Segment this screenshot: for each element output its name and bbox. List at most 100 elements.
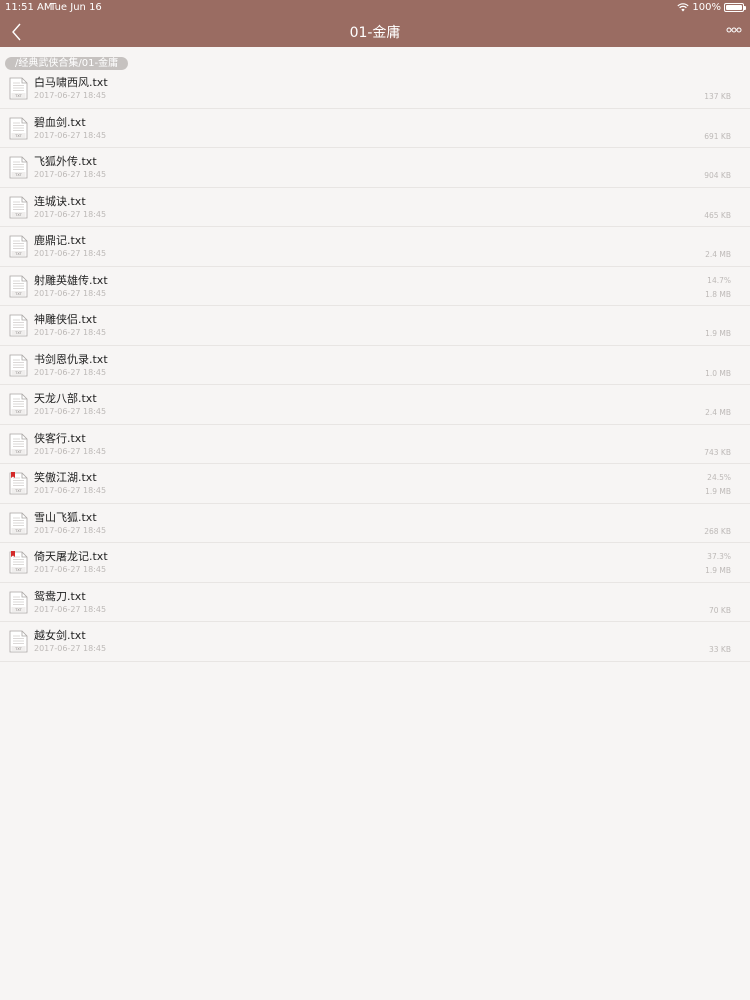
file-name: 侠客行.txt [34, 431, 86, 445]
svg-text:TXT: TXT [14, 608, 22, 612]
svg-text:TXT: TXT [14, 173, 22, 177]
file-name: 倚天屠龙记.txt [34, 550, 108, 563]
txt-file-icon: TXT [9, 630, 28, 653]
txt-file-icon: TXT [9, 156, 28, 179]
file-name: 连城诀.txt [34, 194, 86, 208]
battery-icon [724, 3, 746, 12]
file-row[interactable]: TXT 鹿鼎记.txt 2017-06-27 18:45 2.4 MB [0, 227, 750, 267]
file-date: 2017-06-27 18:45 [34, 130, 107, 140]
file-name: 笑傲江湖.txt [34, 471, 97, 484]
file-date: 2017-06-27 18:45 [34, 525, 107, 535]
txt-file-icon: TXT [9, 117, 28, 140]
file-name: 碧血剑.txt [34, 115, 86, 129]
file-size: 904 KB [704, 171, 731, 180]
svg-text:TXT: TXT [14, 134, 22, 138]
file-name: 白马啸西风.txt [34, 76, 108, 89]
file-size: 268 KB [704, 526, 731, 536]
file-row[interactable]: TXT 射雕英雄传.txt 2017-06-27 18:45 14.7% 1.8… [0, 267, 750, 306]
file-name: 神雕侠侣.txt [34, 313, 97, 326]
svg-text:TXT: TXT [14, 450, 22, 454]
file-row[interactable]: TXT 书剑恩仇录.txt 2017-06-27 18:45 1.0 MB [0, 346, 750, 385]
file-size: 1.9 MB [705, 566, 731, 575]
file-row[interactable]: TXT 鸳鸯刀.txt 2017-06-27 18:45 70 KB [0, 583, 750, 622]
svg-text:TXT: TXT [14, 331, 22, 335]
file-size: 465 KB [704, 210, 731, 220]
file-row[interactable]: TXT 雪山飞狐.txt 2017-06-27 18:45 268 KB [0, 504, 750, 543]
svg-text:TXT: TXT [14, 213, 22, 217]
file-date: 2017-06-27 18:45 [34, 644, 107, 653]
file-row[interactable]: TXT 白马啸西风.txt 2017-06-27 18:45 137 KB [0, 69, 750, 109]
file-size: 1.8 MB [705, 289, 731, 299]
read-progress: 24.5% [707, 473, 731, 482]
file-row[interactable]: TXT 天龙八部.txt 2017-06-27 18:45 2.4 MB [0, 385, 750, 425]
svg-text:TXT: TXT [14, 410, 22, 414]
svg-text:TXT: TXT [14, 292, 22, 296]
txt-file-icon: TXT [9, 591, 28, 614]
file-date: 2017-06-27 18:45 [34, 328, 107, 337]
file-row[interactable]: TXT 倚天屠龙记.txt 2017-06-27 18:45 37.3% 1.9… [0, 543, 750, 583]
txt-file-icon: TXT [9, 77, 28, 100]
file-size: 1.9 MB [705, 329, 731, 338]
txt-file-icon: TXT [9, 235, 28, 258]
file-row[interactable]: TXT 笑傲江湖.txt 2017-06-27 18:45 24.5% 1.9 … [0, 464, 750, 504]
file-size: 137 KB [704, 92, 731, 101]
file-row[interactable]: TXT 碧血剑.txt 2017-06-27 18:45 691 KB [0, 109, 750, 148]
txt-file-icon: TXT [9, 512, 28, 535]
breadcrumb: /经典武侠合集/01-金庸 [5, 51, 129, 70]
read-progress: 14.7% [707, 275, 731, 285]
bookmarked-txt-file-icon: TXT [9, 551, 28, 574]
file-name: 飞狐外传.txt [34, 155, 97, 168]
txt-file-icon: TXT [9, 393, 28, 416]
bookmarked-txt-file-icon: TXT [9, 472, 28, 495]
file-row[interactable]: TXT 神雕侠侣.txt 2017-06-27 18:45 1.9 MB [0, 306, 750, 346]
file-date: 2017-06-27 18:45 [34, 407, 107, 416]
svg-text:TXT: TXT [14, 371, 22, 375]
file-size: 743 KB [704, 447, 731, 457]
file-row[interactable]: TXT 侠客行.txt 2017-06-27 18:45 743 KB [0, 425, 750, 464]
battery-percent: 100% [692, 2, 721, 13]
file-date: 2017-06-27 18:45 [34, 446, 107, 456]
file-date: 2017-06-27 18:45 [34, 170, 107, 179]
file-row[interactable]: TXT 越女剑.txt 2017-06-27 18:45 33 KB [0, 622, 750, 662]
file-date: 2017-06-27 18:45 [34, 565, 107, 574]
file-date: 2017-06-27 18:45 [34, 367, 107, 377]
status-bar: 11:51 AM Tue Jun 16 100% [0, 0, 750, 16]
file-date: 2017-06-27 18:45 [34, 249, 107, 258]
wifi-icon [677, 3, 690, 12]
txt-file-icon: TXT [9, 275, 28, 298]
file-name: 天龙八部.txt [34, 392, 97, 405]
file-row[interactable]: TXT 连城诀.txt 2017-06-27 18:45 465 KB [0, 188, 750, 227]
file-size: 2.4 MB [705, 250, 731, 259]
svg-text:TXT: TXT [14, 529, 22, 533]
file-date: 2017-06-27 18:45 [34, 91, 107, 100]
more-options-icon[interactable] [726, 26, 742, 34]
file-row[interactable]: TXT 飞狐外传.txt 2017-06-27 18:45 904 KB [0, 148, 750, 188]
file-size: 70 KB [709, 605, 731, 615]
status-right: 100% [677, 2, 746, 13]
file-name: 雪山飞狐.txt [34, 510, 97, 524]
file-size: 1.0 MB [705, 368, 731, 378]
svg-text:TXT: TXT [14, 94, 22, 98]
svg-text:TXT: TXT [14, 489, 22, 493]
file-list: TXT 白马啸西风.txt 2017-06-27 18:45 137 KB TX… [0, 69, 750, 662]
file-size: 691 KB [704, 131, 731, 141]
file-name: 鸳鸯刀.txt [34, 589, 86, 603]
svg-text:TXT: TXT [14, 252, 22, 256]
file-name: 越女剑.txt [34, 629, 86, 642]
txt-file-icon: TXT [9, 433, 28, 456]
txt-file-icon: TXT [9, 354, 28, 377]
read-progress: 37.3% [707, 552, 731, 561]
page-title: 01-金庸 [349, 25, 401, 41]
txt-file-icon: TXT [9, 314, 28, 337]
file-date: 2017-06-27 18:45 [34, 604, 107, 614]
file-name: 射雕英雄传.txt [34, 273, 108, 287]
file-date: 2017-06-27 18:45 [34, 288, 107, 298]
file-size: 33 KB [709, 645, 731, 654]
file-name: 鹿鼎记.txt [34, 234, 86, 247]
svg-text:TXT: TXT [14, 647, 22, 651]
file-name: 书剑恩仇录.txt [34, 352, 108, 366]
file-date: 2017-06-27 18:45 [34, 209, 107, 219]
file-size: 1.9 MB [705, 487, 731, 496]
file-size: 2.4 MB [705, 408, 731, 417]
svg-text:TXT: TXT [14, 568, 22, 572]
